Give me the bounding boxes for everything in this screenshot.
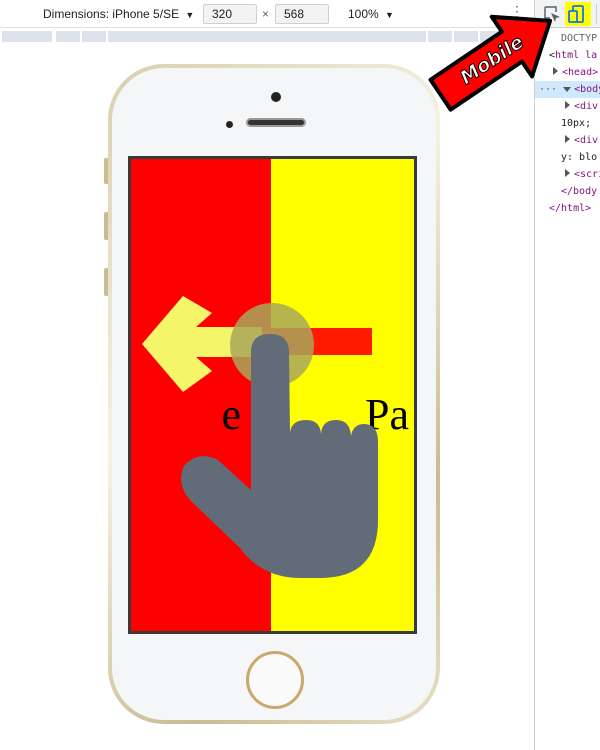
- annotation-overlay: Mobile: [428, 14, 553, 112]
